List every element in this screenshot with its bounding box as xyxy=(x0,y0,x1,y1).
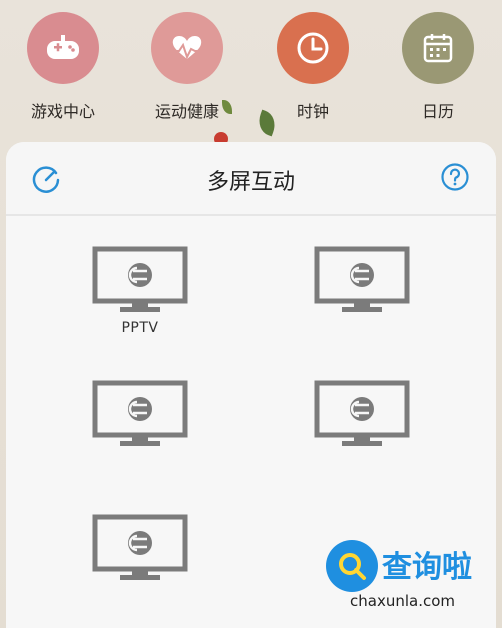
heart-pulse-icon xyxy=(151,12,223,84)
device-name: PPTV xyxy=(121,320,159,336)
tv-cast-icon xyxy=(92,514,188,580)
tv-cast-icon xyxy=(92,380,188,446)
magnifier-logo-icon xyxy=(326,540,378,592)
watermark-title: 查询啦 xyxy=(382,550,472,585)
gamepad-icon xyxy=(27,12,99,84)
app-clock[interactable]: 时钟 xyxy=(258,12,368,122)
dialog-title: 多屏互动 xyxy=(206,170,295,195)
tv-cast-icon xyxy=(314,246,410,312)
app-label: 时钟 xyxy=(296,102,329,121)
calendar-icon xyxy=(402,12,474,84)
dialog-header: 多屏互动 xyxy=(6,142,496,216)
app-calendar[interactable]: 日历 xyxy=(383,12,493,122)
device-item[interactable] xyxy=(30,514,250,588)
tv-cast-icon xyxy=(92,246,188,312)
app-label: 游戏中心 xyxy=(30,102,95,121)
app-label: 日历 xyxy=(421,102,454,121)
device-item[interactable] xyxy=(30,380,250,454)
app-game-center[interactable]: 游戏中心 xyxy=(8,12,118,122)
device-item[interactable]: PPTV xyxy=(30,246,250,336)
help-icon[interactable] xyxy=(440,162,470,196)
site-watermark: 查询啦 chaxunla.com xyxy=(320,538,500,620)
watermark-url: chaxunla.com xyxy=(350,592,455,610)
home-screen: 游戏中心 运动健康 时钟 日历 xyxy=(0,0,502,150)
device-item[interactable] xyxy=(252,380,472,454)
clock-icon xyxy=(277,12,349,84)
tv-cast-icon xyxy=(314,380,410,446)
device-item[interactable] xyxy=(252,246,472,320)
